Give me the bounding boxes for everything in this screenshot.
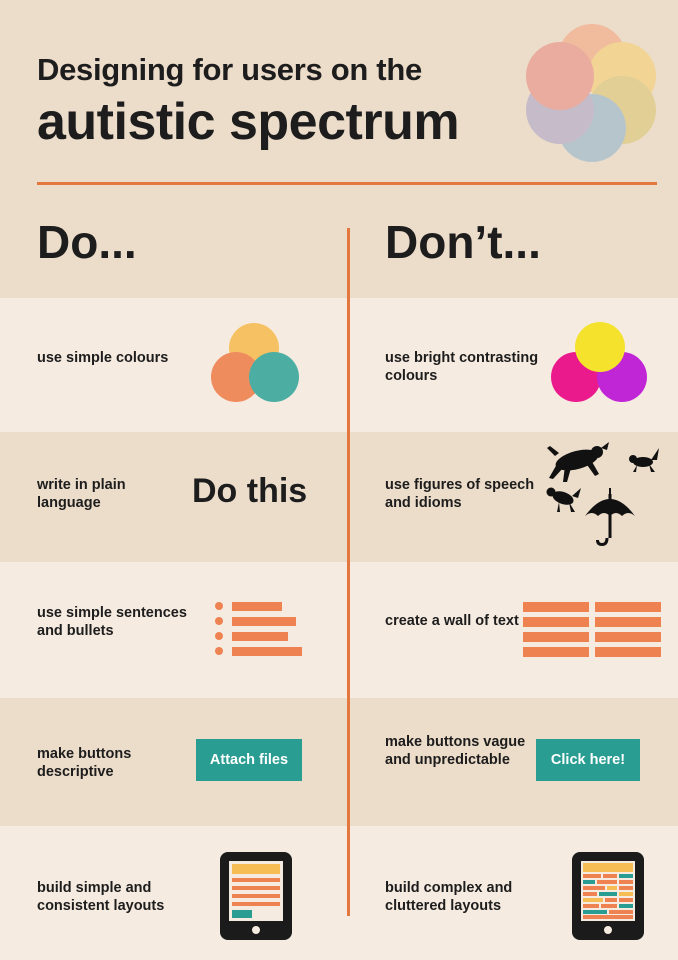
do-label-sentences: use simple sentences and bullets bbox=[37, 605, 187, 639]
simple-tablet-icon bbox=[220, 852, 292, 940]
page-title-line1: Designing for users on the bbox=[37, 52, 422, 87]
plain-language-example: Do this bbox=[192, 472, 308, 510]
dont-label-colours: use bright contrasting colours bbox=[385, 350, 539, 384]
column-divider bbox=[347, 228, 350, 916]
wall-of-text-icon bbox=[523, 602, 661, 657]
do-label-layouts: build simple and consistent layouts bbox=[37, 880, 165, 914]
dont-label-wall: create a wall of text bbox=[385, 613, 519, 629]
dont-label-idioms: use figures of speech and idioms bbox=[385, 477, 535, 511]
dont-label-buttons: make buttons vague and unpredictable bbox=[385, 734, 526, 768]
top-divider bbox=[37, 182, 657, 185]
dont-label-layouts: build complex and cluttered layouts bbox=[385, 880, 513, 914]
cluttered-tablet-icon bbox=[572, 852, 644, 940]
bright-colours-icon bbox=[551, 322, 647, 402]
do-label-buttons: make buttons descriptive bbox=[37, 746, 132, 780]
overlapping-circles-logo-icon bbox=[526, 24, 656, 162]
click-here-button[interactable]: Click here! bbox=[536, 739, 640, 781]
do-label-language: write in plain language bbox=[37, 477, 126, 511]
attach-files-button[interactable]: Attach files bbox=[196, 739, 302, 781]
bullet-list-icon bbox=[215, 602, 302, 656]
dont-heading: Don’t... bbox=[385, 216, 541, 268]
do-label-colours: use simple colours bbox=[37, 350, 169, 366]
do-heading: Do... bbox=[37, 216, 137, 268]
animals-and-umbrella-icon bbox=[546, 442, 659, 546]
simple-colours-icon bbox=[211, 323, 299, 402]
page-title-line2: autistic spectrum bbox=[37, 93, 460, 151]
